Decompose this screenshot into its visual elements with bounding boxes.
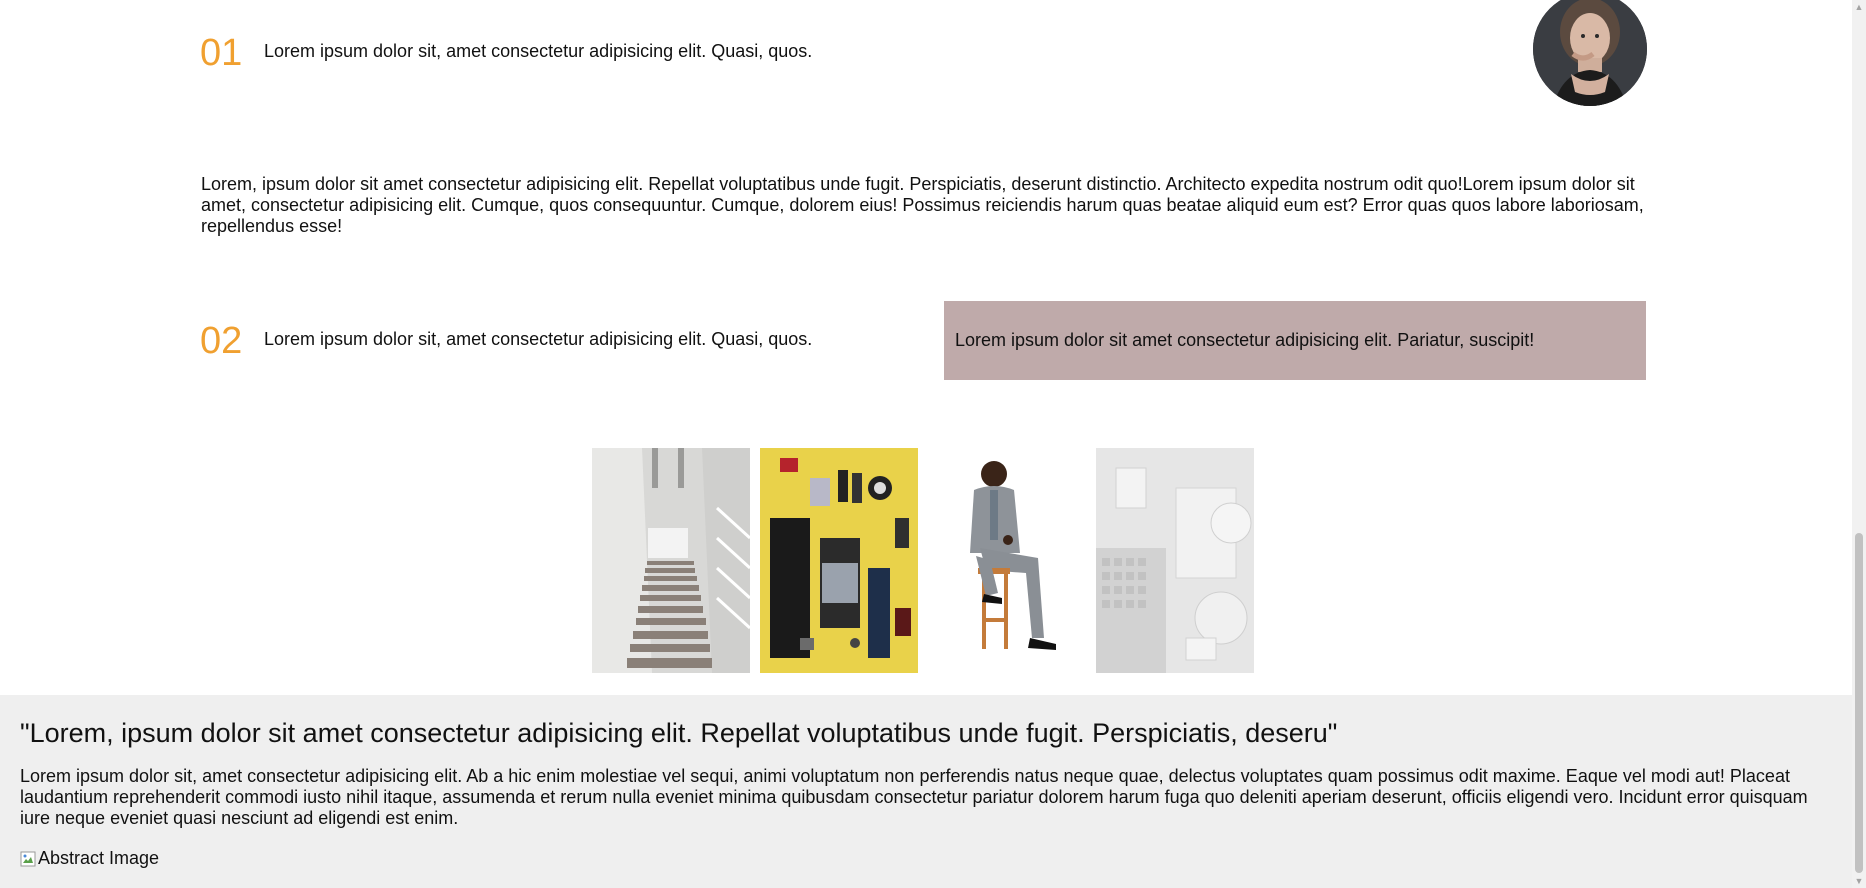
- scroll-down-arrow-icon[interactable]: ▼: [1854, 876, 1864, 886]
- item-number: 01: [200, 32, 243, 74]
- item-text: Lorem ipsum dolor sit, amet consectetur …: [264, 329, 813, 349]
- gallery-image-flatlay: [760, 448, 918, 673]
- broken-image-icon: [20, 851, 36, 866]
- highlight-box: Lorem ipsum dolor sit amet consectetur a…: [944, 301, 1646, 380]
- avatar: [1533, 0, 1647, 106]
- highlight-text: Lorem ipsum dolor sit amet consectetur a…: [955, 330, 1535, 350]
- gallery-image-businessman: [928, 448, 1086, 673]
- intro-paragraph: Lorem, ipsum dolor sit amet consectetur …: [201, 174, 1644, 236]
- broken-image: Abstract Image: [20, 848, 159, 869]
- gallery-image-staircase: [592, 448, 750, 673]
- scroll-up-arrow-icon[interactable]: ▲: [1854, 2, 1864, 12]
- broken-image-alt-text: Abstract Image: [38, 848, 160, 868]
- footer-text: Lorem ipsum dolor sit, amet consectetur …: [20, 766, 1808, 828]
- gallery-image-white-desk: [1096, 448, 1254, 673]
- item-number: 02: [200, 320, 243, 362]
- scrollbar-thumb[interactable]: [1855, 533, 1863, 873]
- item-text: Lorem ipsum dolor sit, amet consectetur …: [264, 41, 813, 61]
- footer-quote: "Lorem, ipsum dolor sit amet consectetur…: [20, 718, 1338, 748]
